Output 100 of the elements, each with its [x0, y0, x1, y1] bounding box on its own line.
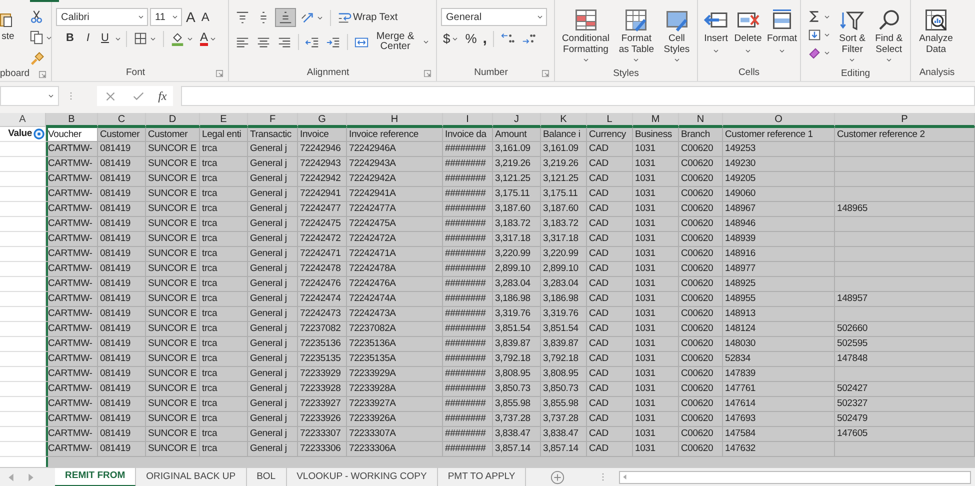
table-cell: trca	[200, 202, 248, 217]
conditional-formatting-button[interactable]: Conditional Formatting	[559, 8, 612, 67]
brush-icon	[29, 51, 44, 66]
column-header[interactable]: B	[46, 113, 98, 127]
comma-style-button[interactable]: ,	[480, 32, 489, 44]
sheet-tab[interactable]: PMT TO APPLY	[438, 468, 526, 486]
table-cell: 72242946	[298, 142, 347, 157]
table-cell: 1031	[633, 172, 679, 187]
column-header[interactable]: L	[587, 113, 633, 127]
table-cell: General j	[248, 307, 298, 322]
table-cell: 148957	[835, 292, 975, 307]
table-cell: 72233928	[298, 382, 347, 397]
column-header[interactable]: J	[493, 113, 541, 127]
column-header[interactable]: E	[200, 113, 248, 127]
table-cell: 72242946A	[347, 142, 443, 157]
column-header[interactable]: M	[633, 113, 679, 127]
header-cell: Legal enti	[200, 127, 248, 142]
table-cell: CARTMW-	[46, 277, 98, 292]
borders-icon	[133, 31, 148, 46]
table-cell: 3,857.14	[541, 442, 587, 457]
sort-filter-button[interactable]: Sort & Filter	[836, 8, 869, 67]
format-as-table-button[interactable]: Format as Table	[615, 8, 658, 67]
sheet-tab[interactable]: BOL	[246, 468, 287, 486]
font-size-dropdown[interactable]: 11	[150, 8, 182, 26]
column-header[interactable]: G	[298, 113, 347, 127]
sheet-tab[interactable]: ORIGINAL BACK UP	[136, 468, 247, 486]
table-cell: 081419	[98, 352, 146, 367]
sheet-tab[interactable]: VLOOKUP - WORKING COPY	[286, 468, 438, 486]
column-header[interactable]: I	[443, 113, 493, 127]
bold-button[interactable]: B	[62, 32, 78, 45]
scissors-icon	[29, 9, 44, 24]
table-cell: 3,219.26	[493, 157, 541, 172]
format-button[interactable]: Format	[766, 8, 798, 65]
table-cell: General j	[248, 292, 298, 307]
table-cell: 147614	[723, 397, 835, 412]
table-cell: 72242476A	[347, 277, 443, 292]
dialog-launcher-icon[interactable]	[38, 70, 47, 79]
table-cell: 502595	[835, 337, 975, 352]
table-cell: 081419	[98, 412, 146, 427]
bottom-align-button[interactable]	[275, 8, 296, 27]
number-format-dropdown[interactable]: General	[441, 8, 547, 26]
column-header[interactable]: N	[679, 113, 723, 127]
underline-button[interactable]: U	[98, 32, 112, 45]
table-cell: General j	[248, 397, 298, 412]
table-cell: 3,161.09	[541, 142, 587, 157]
dialog-launcher-icon[interactable]	[423, 68, 432, 78]
dialog-launcher-icon[interactable]	[215, 68, 224, 78]
wrap-text-button[interactable]: Wrap Text	[335, 9, 400, 26]
table-cell: 3,121.25	[541, 172, 587, 187]
table-cell: 1031	[633, 427, 679, 442]
group-label: Number	[473, 66, 509, 80]
merge-center-button[interactable]: Merge & Center	[352, 31, 432, 53]
formula-input-field[interactable]	[181, 86, 975, 106]
decrease-font-size-button[interactable]: A	[199, 10, 212, 24]
table-cell: 3,186.98	[493, 292, 541, 307]
delete-button[interactable]: Delete	[733, 8, 763, 65]
table-cell: 72235135	[298, 352, 347, 367]
table-cell: 3,183.72	[541, 217, 587, 232]
column-header[interactable]: K	[541, 113, 587, 127]
table-cell: SUNCOR E	[146, 277, 200, 292]
table-cell: 3,220.99	[493, 247, 541, 262]
column-header[interactable]: P	[835, 113, 975, 127]
paste-button[interactable]: ste	[0, 8, 16, 67]
table-cell: 081419	[98, 232, 146, 247]
table-cell: 147848	[835, 352, 975, 367]
italic-button[interactable]: I	[80, 32, 96, 45]
currency-button[interactable]: $	[441, 31, 462, 46]
table-cell: 3,855.98	[541, 397, 587, 412]
dialog-launcher-icon[interactable]	[541, 68, 550, 78]
table-cell: 72233306	[298, 442, 347, 457]
insert-button[interactable]: Insert	[702, 8, 730, 65]
table-cell: CARTMW-	[46, 352, 98, 367]
table-cell: 3,283.04	[541, 277, 587, 292]
cell-styles-button[interactable]: Cell Styles	[660, 8, 693, 67]
column-header[interactable]: F	[248, 113, 298, 127]
insert-function-button[interactable]: fx	[156, 89, 169, 103]
column-header[interactable]: D	[146, 113, 200, 127]
column-header[interactable]: H	[347, 113, 443, 127]
font-color-button[interactable]: A	[198, 30, 220, 46]
table-cell: 72237082	[298, 322, 347, 337]
sheet-tab[interactable]: REMIT FROM	[55, 468, 136, 486]
table-cell: 081419	[98, 247, 146, 262]
horizontal-scrollbar[interactable]	[619, 470, 972, 484]
table-cell: trca	[200, 232, 248, 247]
find-select-button[interactable]: Find & Select	[872, 8, 906, 67]
caret-icon	[137, 13, 145, 21]
column-header[interactable]: A	[0, 113, 46, 127]
font-name-dropdown[interactable]: Calibri	[56, 8, 148, 26]
percent-button[interactable]: %	[463, 31, 479, 46]
analyze-data-button[interactable]: Analyze Data	[915, 8, 957, 65]
table-cell: CAD	[587, 292, 633, 307]
column-header[interactable]: C	[98, 113, 146, 127]
table-cell: 72233307	[298, 427, 347, 442]
increase-font-size-button[interactable]: A	[184, 9, 198, 25]
group-label: Font	[124, 66, 146, 80]
table-cell: 147584	[723, 427, 835, 442]
table-cell: 081419	[98, 427, 146, 442]
column-header[interactable]: O	[723, 113, 835, 127]
table-cell: 148946	[723, 217, 835, 232]
table-cell: 72242471A	[347, 247, 443, 262]
